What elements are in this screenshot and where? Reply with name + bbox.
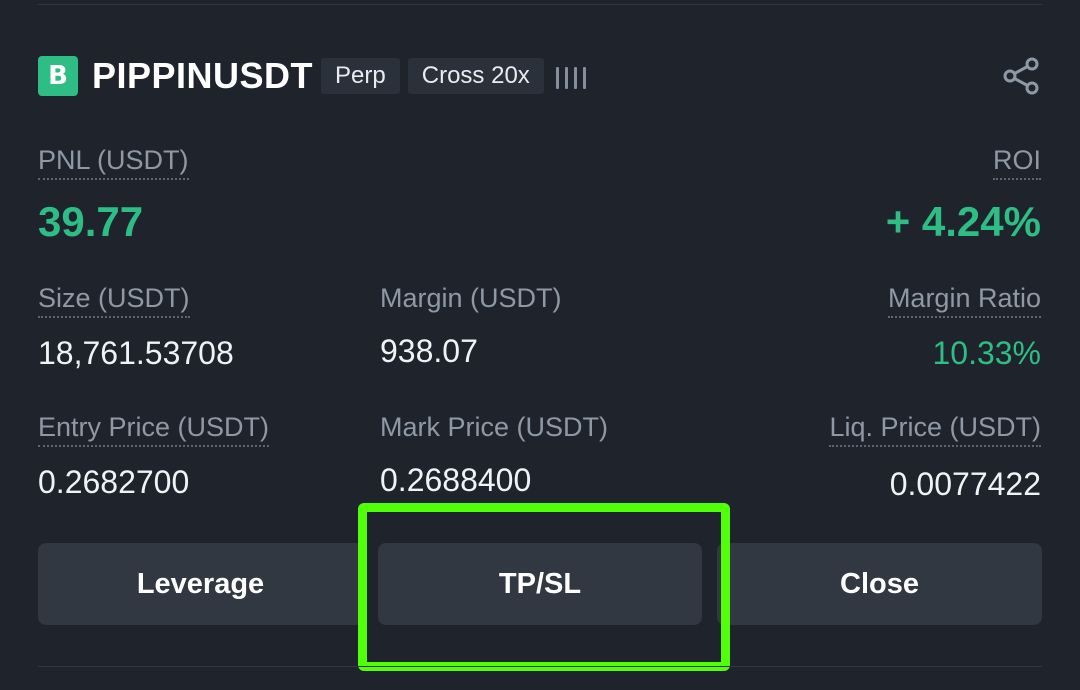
roi-value: + 4.24% [885,198,1041,245]
leverage-button[interactable]: Leverage [38,543,363,625]
close-position-button[interactable]: Close [717,543,1042,625]
mark-price-label: Mark Price (USDT) [380,412,608,442]
signal-bars-icon [555,63,586,89]
bottom-divider [38,666,1042,667]
position-card: B PIPPINUSDT Perp Cross 20x PNL (USDT) 3… [0,0,1080,690]
top-divider [38,4,1042,5]
mark-price-value: 0.2688400 [380,462,532,498]
liquidation-price-label[interactable]: Liq. Price (USDT) [829,412,1041,447]
pnl-value: 39.77 [38,198,144,245]
liquidation-price-value: 0.0077422 [889,466,1041,502]
margin-ratio-value: 10.33% [932,335,1041,371]
size-label[interactable]: Size (USDT) [38,283,190,318]
margin-label: Margin (USDT) [380,283,562,313]
share-icon[interactable] [1000,56,1042,96]
buy-side-badge: B [38,56,78,96]
roi-label[interactable]: ROI [992,145,1041,180]
symbol-title: PIPPINUSDT [92,55,314,96]
margin-mode-tag[interactable]: Cross 20x [407,58,544,94]
entry-price-label[interactable]: Entry Price (USDT) [38,412,270,447]
contract-type-tag: Perp [321,58,400,94]
entry-price-value: 0.2682700 [38,464,190,500]
tpsl-button[interactable]: TP/SL [378,543,702,625]
size-value: 18,761.53708 [38,335,234,371]
position-header: B PIPPINUSDT Perp Cross 20x [38,55,586,96]
margin-value: 938.07 [380,333,478,369]
margin-ratio-label[interactable]: Margin Ratio [887,283,1041,318]
pnl-label[interactable]: PNL (USDT) [38,145,189,180]
